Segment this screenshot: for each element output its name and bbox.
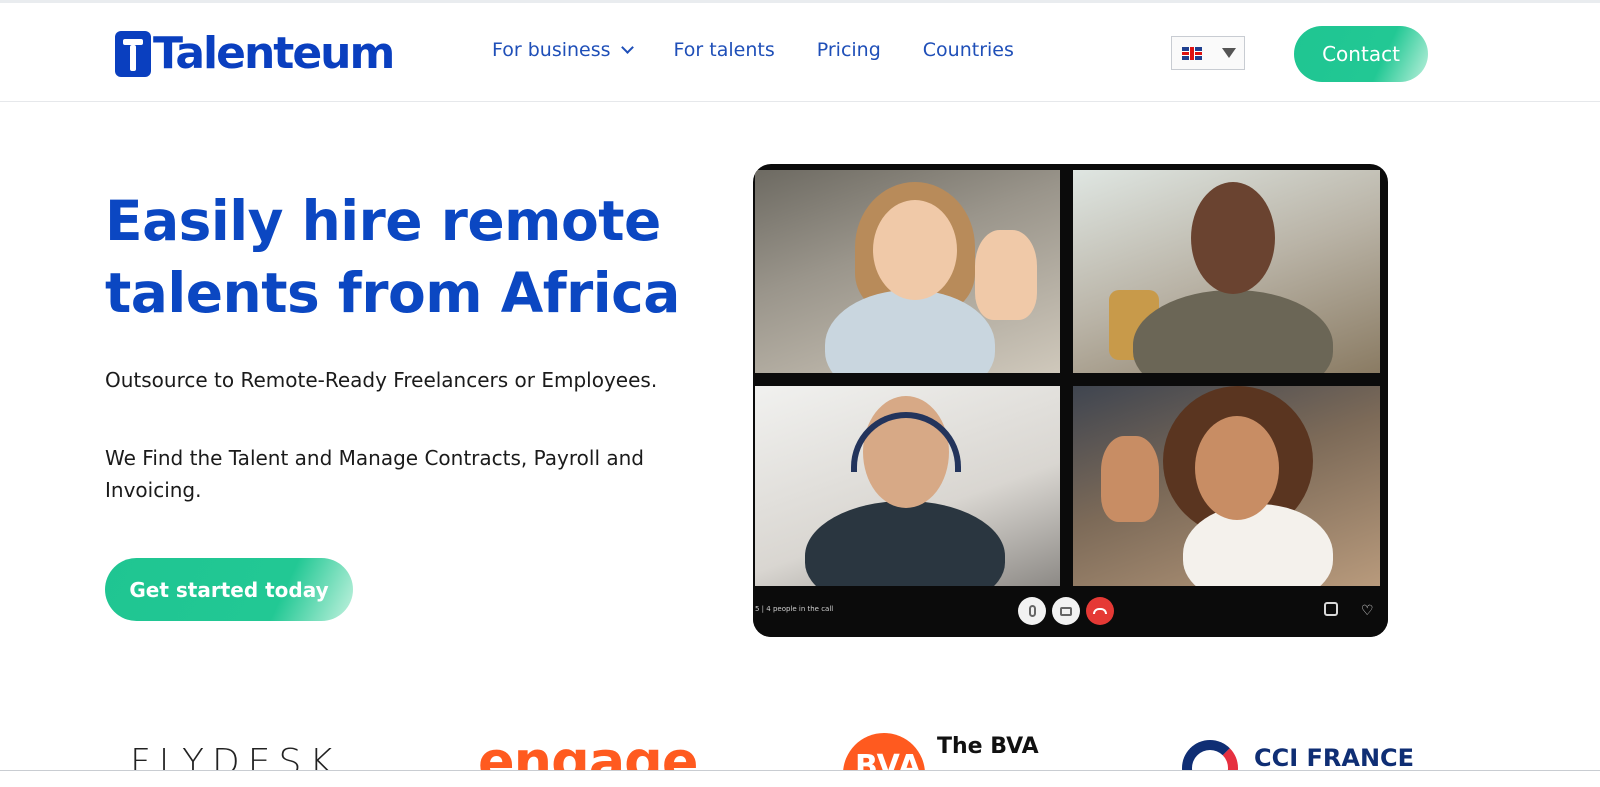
call-status-text: 5 | 4 people in the call bbox=[755, 605, 834, 613]
talenteum-logo[interactable]: Talenteum bbox=[115, 27, 395, 81]
camera-icon bbox=[1052, 597, 1080, 625]
bva-logo-letters: BVA bbox=[855, 749, 922, 770]
video-tile-1 bbox=[755, 170, 1060, 373]
flydesk-logo: FLYDESK bbox=[130, 742, 341, 770]
focus-icon bbox=[1324, 602, 1338, 616]
caret-down-icon bbox=[1222, 48, 1236, 58]
bva-logo-text: The BVA bbox=[937, 734, 1039, 759]
hang-up-icon bbox=[1086, 597, 1114, 625]
get-started-button[interactable]: Get started today bbox=[105, 558, 353, 621]
main-nav: For business For talents Pricing Countri… bbox=[492, 39, 1056, 61]
cci-france-logo: CCI FRANCE bbox=[1254, 744, 1415, 770]
hero-title-line-1: Easily hire remote bbox=[105, 189, 661, 253]
nav-countries[interactable]: Countries bbox=[923, 39, 1014, 61]
hero-title-line-2: talents from Africa bbox=[105, 261, 680, 325]
language-select[interactable] bbox=[1171, 36, 1245, 70]
engage-logo: engage bbox=[478, 730, 698, 770]
logo-mark-icon bbox=[115, 31, 151, 77]
hero-title: Easily hire remote talents from Africa bbox=[105, 185, 725, 329]
partner-logos: FLYDESK engage BVA The BVA CCI FRANCE bbox=[0, 730, 1600, 770]
video-tile-4 bbox=[1073, 386, 1380, 586]
hero-subtitle-1: Outsource to Remote-Ready Freelancers or… bbox=[105, 368, 658, 392]
cci-logo-mark bbox=[1182, 740, 1238, 770]
bottom-strip bbox=[0, 771, 1600, 787]
bva-logo-mark: BVA bbox=[843, 733, 925, 770]
video-tile-2 bbox=[1073, 170, 1380, 373]
uk-flag-icon bbox=[1182, 46, 1202, 60]
hero-subtitle-2: We Find the Talent and Manage Contracts,… bbox=[105, 446, 645, 502]
logo-text: Talenteum bbox=[153, 28, 395, 79]
nav-for-talents[interactable]: For talents bbox=[674, 39, 775, 61]
site-header: Talenteum For business For talents Prici… bbox=[0, 3, 1600, 102]
microphone-icon bbox=[1018, 597, 1046, 625]
heart-icon: ♡ bbox=[1361, 603, 1374, 619]
nav-pricing[interactable]: Pricing bbox=[817, 39, 881, 61]
chevron-down-icon bbox=[620, 41, 634, 54]
nav-for-business[interactable]: For business bbox=[492, 39, 634, 61]
video-call-illustration: 5 | 4 people in the call ♡ bbox=[753, 164, 1388, 637]
contact-button[interactable]: Contact bbox=[1294, 26, 1428, 82]
call-controls-bar: 5 | 4 people in the call ♡ bbox=[753, 588, 1388, 637]
nav-for-business-label: For business bbox=[492, 39, 611, 61]
video-tile-3 bbox=[755, 386, 1060, 586]
